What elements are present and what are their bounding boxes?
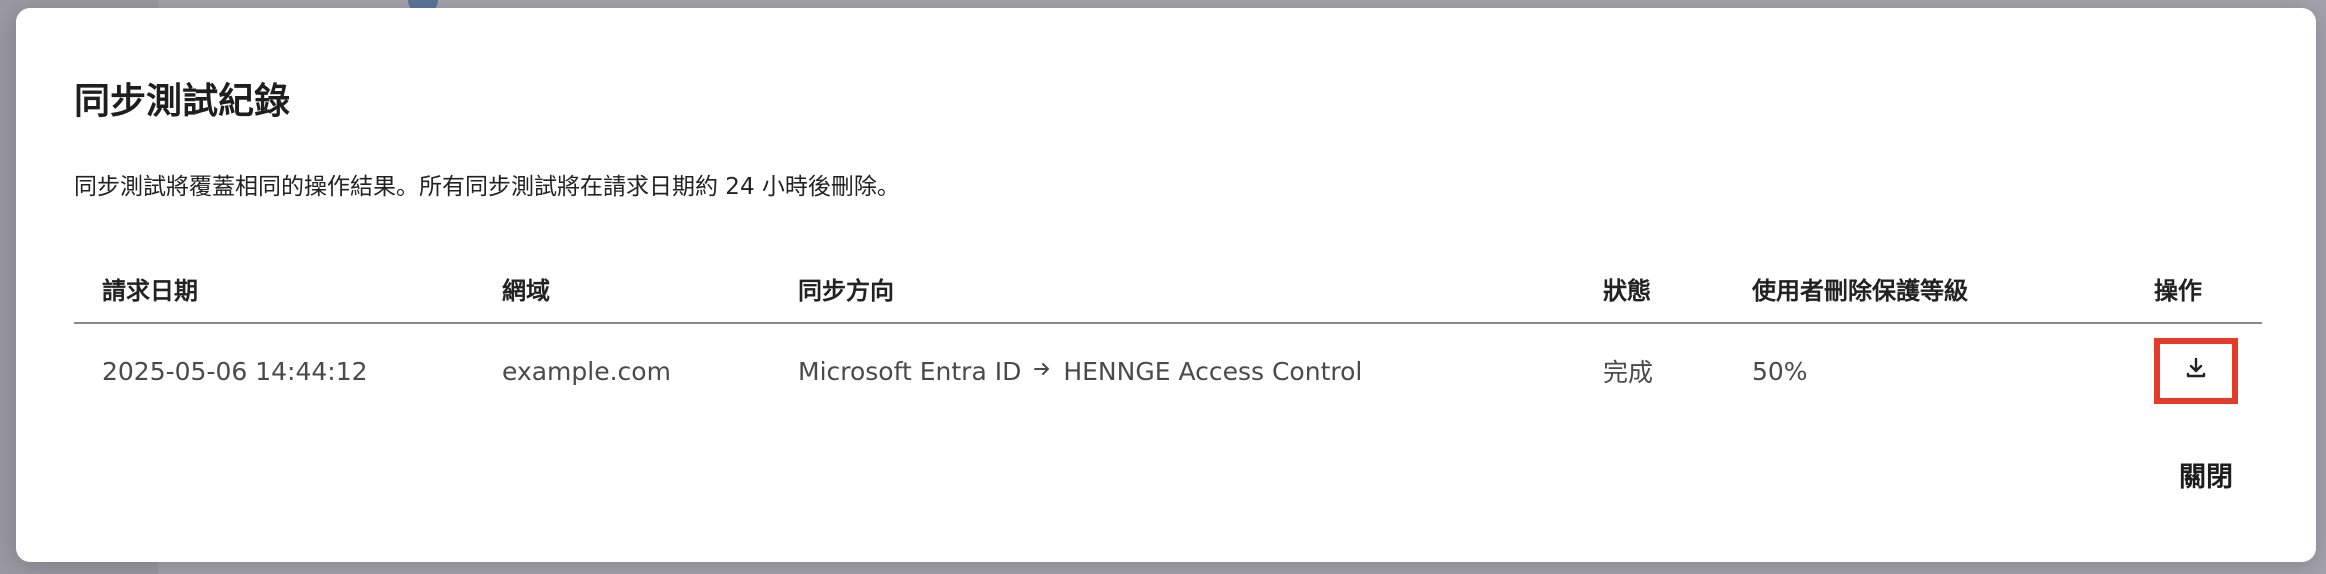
table-row: 2025-05-06 14:44:12 example.com Microsof… — [74, 324, 2262, 418]
cell-status: 完成 — [1603, 358, 1654, 387]
header-date: 請求日期 — [102, 276, 198, 305]
download-button[interactable] — [2154, 338, 2238, 404]
direction-source: Microsoft Entra ID — [798, 356, 1022, 386]
header-direction: 同步方向 — [798, 276, 894, 305]
header-protection-level: 使用者刪除保護等級 — [1752, 276, 1968, 305]
cell-actions — [2114, 338, 2262, 404]
table-header: 請求日期 網域 同步方向 狀態 使用者刪除保護等級 操作 — [74, 254, 2262, 324]
cell-domain: example.com — [502, 356, 671, 386]
header-status: 狀態 — [1603, 276, 1651, 305]
cell-date: 2025-05-06 14:44:12 — [102, 356, 368, 386]
sync-test-log-dialog: 同步測試紀錄 同步測試將覆蓋相同的操作結果。所有同步測試將在請求日期約 24 小… — [16, 8, 2316, 562]
arrow-right-icon — [1033, 359, 1051, 384]
cell-protection-level: 50% — [1752, 356, 1808, 386]
close-button[interactable]: 關閉 — [2156, 448, 2256, 500]
cell-direction: Microsoft Entra ID HENNGE Access Control — [770, 357, 1575, 386]
header-actions: 操作 — [2154, 276, 2202, 305]
dialog-title: 同步測試紀錄 — [74, 81, 291, 122]
header-domain: 網域 — [502, 276, 550, 305]
download-icon — [2184, 356, 2208, 386]
dialog-description: 同步測試將覆蓋相同的操作結果。所有同步測試將在請求日期約 24 小時後刪除。 — [74, 174, 900, 200]
direction-target: HENNGE Access Control — [1063, 356, 1363, 386]
sync-test-table: 請求日期 網域 同步方向 狀態 使用者刪除保護等級 操作 2025-05-06 … — [74, 254, 2262, 418]
